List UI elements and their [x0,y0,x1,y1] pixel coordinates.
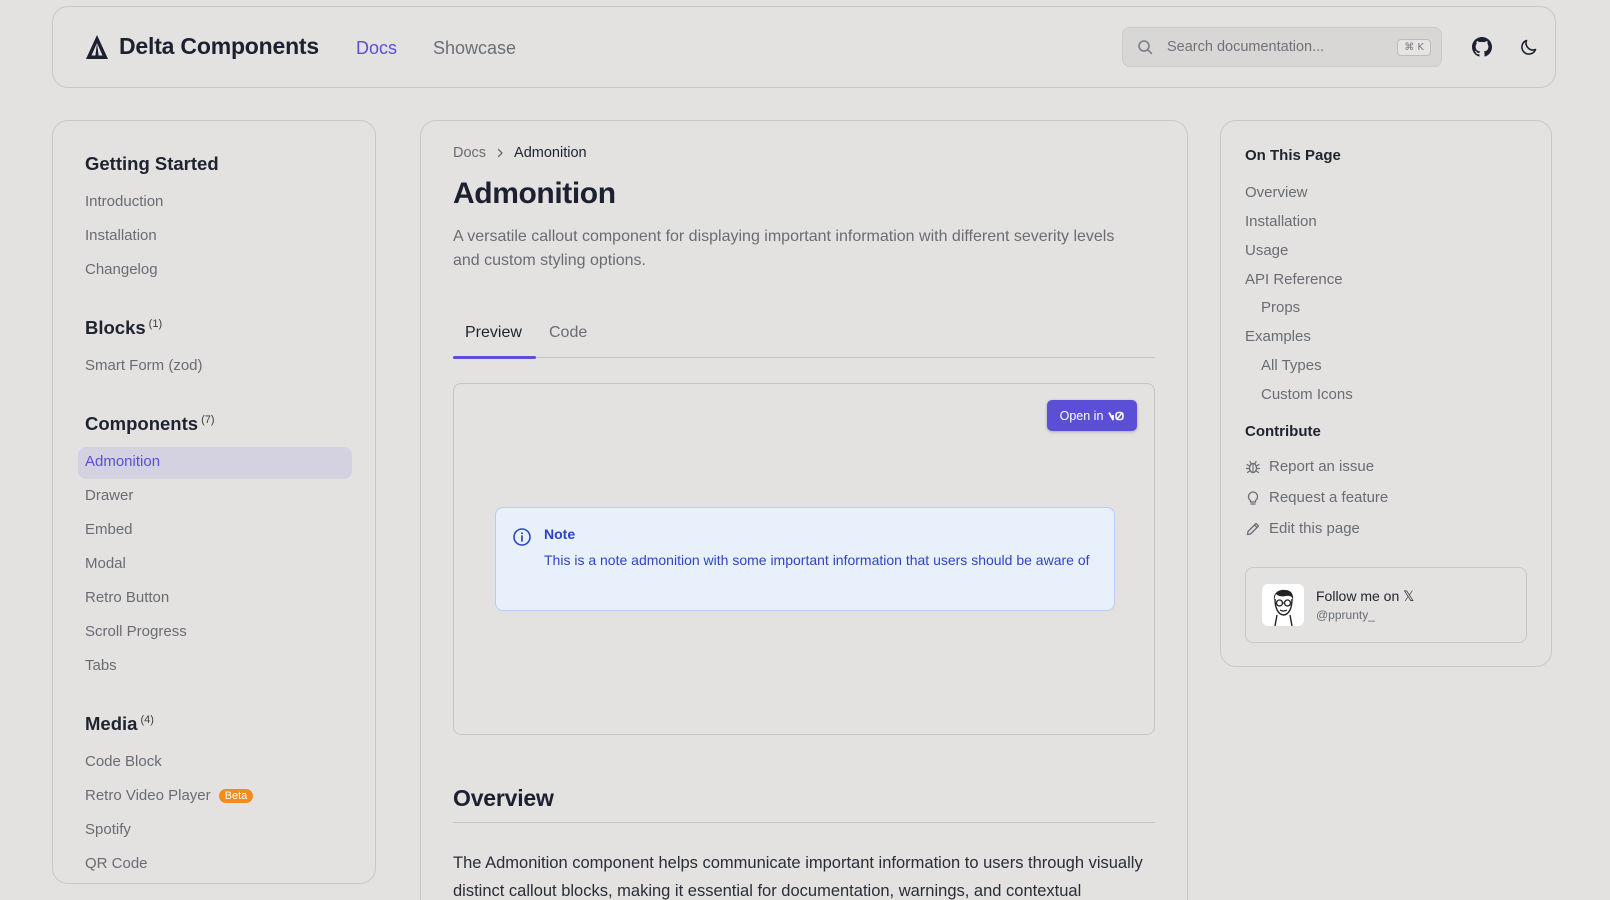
search-shortcut: ⌘ K [1397,38,1431,56]
search-input[interactable]: Search documentation... ⌘ K [1122,27,1442,67]
tab-code[interactable]: Code [549,324,587,342]
sidebar-item-qr-code[interactable]: QR Code [85,855,148,872]
open-in-v0-button[interactable]: Open in [1047,400,1137,431]
toc-item-all-types[interactable]: All Types [1261,357,1322,374]
preview-panel: Open in Note This is a note admonition w… [453,383,1155,735]
sidebar-section-blocks: Blocks (1) [85,317,163,338]
github-icon[interactable] [1472,37,1492,57]
toc-heading: On This Page [1245,147,1341,164]
toc-item-props[interactable]: Props [1261,299,1300,316]
edit-page-label: Edit this page [1269,520,1360,537]
media-count: (4) [140,713,154,726]
moon-icon[interactable] [1519,37,1539,57]
lightbulb-icon [1247,490,1259,505]
toc-item-examples[interactable]: Examples [1245,328,1311,345]
sidebar-item-drawer[interactable]: Drawer [85,487,133,504]
sidebar-item-spotify[interactable]: Spotify [85,821,131,838]
overview-text: The Admonition component helps communica… [453,854,1143,900]
toc-item-usage[interactable]: Usage [1245,242,1288,259]
bug-icon [1245,460,1261,473]
follow-title: Follow me on 𝕏 [1316,588,1415,604]
sidebar-item-admonition[interactable]: Admonition [85,453,160,470]
delta-logo-icon [86,34,108,59]
sidebar-item-modal[interactable]: Modal [85,555,126,572]
v0-logo-icon [1108,411,1125,420]
avatar [1262,584,1304,626]
blocks-count: (1) [148,317,163,330]
toc-item-installation[interactable]: Installation [1245,213,1317,230]
pencil-icon [1246,522,1260,535]
note-title: Note [544,526,576,542]
edit-page-link[interactable]: Edit this page [1245,520,1360,537]
toc-item-overview[interactable]: Overview [1245,184,1308,201]
sidebar-section-getting-started: Getting Started [85,153,219,174]
sidebar-item-retro-video-player[interactable]: Retro Video Player Beta [85,787,254,804]
preview-tabs: Preview Code [453,316,1155,359]
follow-card[interactable]: Follow me on 𝕏 @pprunty_ [1245,567,1527,643]
page-subtitle: A versatile callout component for displa… [453,228,1115,269]
sidebar-item-tabs[interactable]: Tabs [85,657,117,674]
sidebar-item-installation[interactable]: Installation [85,227,157,244]
nav-docs-link[interactable]: Docs [356,38,397,59]
active-tab-indicator [453,356,536,359]
request-feature-link[interactable]: Request a feature [1245,489,1388,506]
contribute-heading: Contribute [1245,423,1321,440]
sidebar-item-code-block[interactable]: Code Block [85,753,162,770]
table-of-contents: On This Page Overview Installation Usage… [1220,120,1552,667]
sidebar-item-embed[interactable]: Embed [85,521,133,538]
brand-name: Delta Components [119,33,319,59]
chevron-right-icon [497,148,503,158]
sidebar-section-components: Components (7) [85,413,215,434]
main-content: Docs Admonition Admonition A versatile c… [420,120,1188,900]
request-feature-label: Request a feature [1269,489,1389,506]
sidebar-item-introduction[interactable]: Introduction [85,193,163,210]
sidebar: Getting Started Introduction Installatio… [52,120,376,884]
sidebar-item-retro-button[interactable]: Retro Button [85,589,169,606]
components-count: (7) [201,413,215,426]
open-in-label: Open in [1059,408,1104,423]
toc-item-api-reference[interactable]: API Reference [1245,271,1343,288]
report-issue-link[interactable]: Report an issue [1245,458,1374,475]
sidebar-section-media: Media (4) [85,713,154,734]
nav-showcase-link[interactable]: Showcase [433,38,516,59]
sidebar-item-scroll-progress[interactable]: Scroll Progress [85,623,187,640]
overview-divider [453,822,1155,823]
follow-handle: @pprunty_ [1316,608,1375,622]
sidebar-item-changelog[interactable]: Changelog [85,261,158,278]
avatar-illustration-icon [1262,584,1304,626]
overview-heading: Overview [453,785,554,811]
report-issue-label: Report an issue [1269,458,1375,475]
toc-item-custom-icons[interactable]: Custom Icons [1261,386,1353,403]
top-header: Delta Components Docs Showcase Search do… [52,6,1556,88]
search-placeholder: Search documentation... [1167,39,1325,55]
note-text: This is a note admonition with some impo… [544,552,1090,568]
sidebar-item-smart-form[interactable]: Smart Form (zod) [85,357,203,374]
note-admonition: Note This is a note admonition with some… [495,507,1115,611]
search-icon [1138,40,1153,55]
breadcrumb-current: Admonition [514,145,587,161]
tab-preview[interactable]: Preview [465,324,522,342]
info-icon [513,528,531,546]
brand[interactable]: Delta Components [85,33,319,60]
beta-badge: Beta [218,789,254,803]
page-title: Admonition [453,177,616,210]
breadcrumb-docs[interactable]: Docs [453,145,486,161]
breadcrumb: Docs Admonition [453,145,587,161]
sidebar-item-label: Retro Video Player [85,787,211,804]
